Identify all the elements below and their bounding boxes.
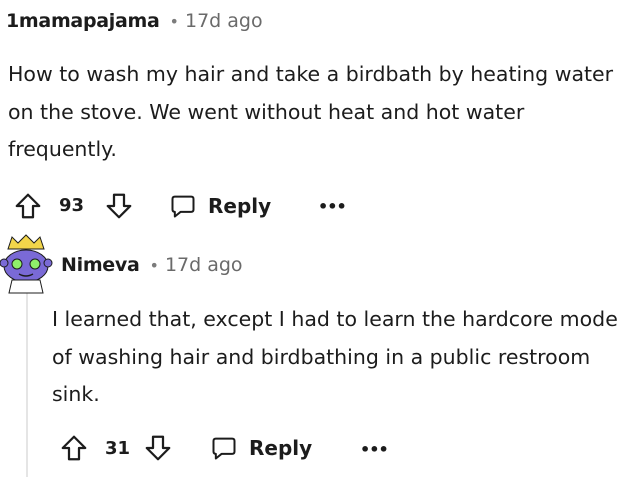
snoo-avatar[interactable] bbox=[0, 233, 53, 294]
comment-body: I learned that, except I had to learn th… bbox=[52, 307, 618, 406]
timestamp[interactable]: 17d ago bbox=[185, 10, 263, 32]
downvote-icon[interactable] bbox=[104, 191, 134, 221]
downvote-icon[interactable] bbox=[143, 433, 173, 463]
vote-count: 93 bbox=[59, 195, 85, 216]
meta-separator: • bbox=[149, 255, 159, 275]
comment-2-actions: 31 Reply ••• bbox=[59, 431, 389, 467]
timestamp[interactable]: 17d ago bbox=[165, 254, 243, 276]
reply-button[interactable]: Reply bbox=[210, 431, 312, 465]
author-name[interactable]: 1mamapajama bbox=[6, 10, 160, 32]
comment-1-header: 1mamapajama • 17d ago bbox=[6, 6, 263, 36]
reply-bubble-icon bbox=[169, 192, 197, 220]
meta-separator: • bbox=[169, 11, 179, 31]
more-icon[interactable]: ••• bbox=[360, 440, 389, 459]
comment-body: How to wash my hair and take a birdbath … bbox=[8, 62, 614, 161]
upvote-icon[interactable] bbox=[59, 433, 89, 463]
reply-bubble-icon bbox=[210, 434, 238, 462]
thread-line[interactable] bbox=[26, 290, 28, 477]
author-name[interactable]: Nimeva bbox=[61, 254, 140, 276]
comment-2-body-wrap: I learned that, except I had to learn th… bbox=[52, 301, 634, 414]
comment-1-body-wrap: How to wash my hair and take a birdbath … bbox=[8, 56, 633, 169]
comment-2-header: Nimeva • 17d ago bbox=[61, 250, 243, 280]
comment-1-actions: 93 Reply ••• bbox=[13, 188, 373, 224]
more-icon[interactable]: ••• bbox=[318, 197, 347, 216]
reply-button[interactable]: Reply bbox=[169, 189, 271, 223]
vote-count: 31 bbox=[105, 438, 131, 459]
upvote-icon[interactable] bbox=[13, 191, 43, 221]
reply-label: Reply bbox=[208, 194, 272, 218]
reply-label: Reply bbox=[249, 436, 313, 460]
